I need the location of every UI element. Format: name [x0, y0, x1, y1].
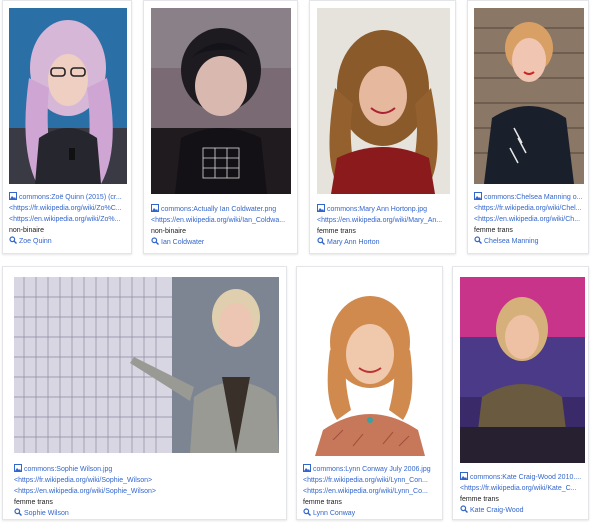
magnifier-icon — [151, 237, 159, 245]
commons-file-link[interactable]: commons:Kate Craig-Wood 2010.... — [460, 472, 586, 483]
result-card: commons:Sophie Wilson.jpg <https://fr.wi… — [2, 266, 287, 520]
magnifier-icon — [317, 237, 325, 245]
image-icon — [317, 204, 325, 212]
wiki-url-link[interactable]: <https://fr.wikipedia.org/wiki/Lynn_Con.… — [303, 475, 440, 486]
image-icon — [460, 472, 468, 480]
magnifier-icon — [9, 236, 17, 244]
gender-label: non-binaire — [151, 228, 187, 235]
commons-file-link[interactable]: commons:Chelsea Manning o... — [474, 192, 586, 203]
wiki-url-link[interactable]: <https://fr.wikipedia.org/wiki/Chel... — [474, 203, 586, 214]
gender-label: non-binaire — [9, 227, 45, 234]
wiki-url-link[interactable]: <https://en.wikipedia.org/wiki/Mary_An..… — [317, 215, 453, 226]
result-card: commons:Mary Ann Hortonp.jpg <https://en… — [309, 0, 456, 254]
photo-thumbnail[interactable] — [474, 8, 584, 184]
image-icon — [151, 204, 159, 212]
gender-label: femme trans — [317, 228, 356, 235]
commons-file-link[interactable]: commons:Mary Ann Hortonp.jpg — [317, 204, 453, 215]
result-card: commons:Zoë Quinn (2015) (cr... <https:/… — [2, 0, 132, 254]
card-caption: commons:Kate Craig-Wood 2010.... <https:… — [460, 472, 586, 516]
wiki-url-link[interactable]: <https://fr.wikipedia.org/wiki/Zo%C... — [9, 203, 129, 214]
person-search-link[interactable]: Ian Coldwater — [151, 237, 293, 248]
wiki-url-link[interactable]: <https://en.wikipedia.org/wiki/Ch... — [474, 214, 586, 225]
gender-label: femme trans — [14, 499, 53, 506]
photo-thumbnail[interactable] — [9, 8, 127, 184]
card-caption: commons:Chelsea Manning o... <https://fr… — [474, 192, 586, 247]
wiki-url-link[interactable]: <https://en.wikipedia.org/wiki/Lynn_Co..… — [303, 486, 440, 497]
person-search-link[interactable]: Sophie Wilson — [14, 508, 282, 519]
magnifier-icon — [474, 236, 482, 244]
result-card: commons:Kate Craig-Wood 2010.... <https:… — [452, 266, 589, 520]
result-card: commons:Lynn Conway July 2006.jpg <https… — [296, 266, 443, 520]
person-search-link[interactable]: Mary Ann Horton — [317, 237, 453, 248]
image-icon — [474, 192, 482, 200]
gender-label: femme trans — [460, 496, 499, 503]
card-caption: commons:Zoë Quinn (2015) (cr... <https:/… — [9, 192, 129, 247]
card-caption: commons:Mary Ann Hortonp.jpg <https://en… — [317, 204, 453, 248]
magnifier-icon — [14, 508, 22, 516]
commons-file-link[interactable]: commons:Actually Ian Coldwater.png — [151, 204, 293, 215]
person-search-link[interactable]: Zoe Quinn — [9, 236, 129, 247]
commons-file-link[interactable]: commons:Zoë Quinn (2015) (cr... — [9, 192, 129, 203]
photo-thumbnail[interactable] — [460, 277, 585, 463]
result-card: commons:Chelsea Manning o... <https://fr… — [467, 0, 589, 254]
image-icon — [14, 464, 22, 472]
person-search-link[interactable]: Lynn Conway — [303, 508, 440, 519]
gender-label: femme trans — [474, 227, 513, 234]
photo-thumbnail[interactable] — [317, 8, 450, 194]
photo-thumbnail[interactable] — [14, 277, 279, 453]
person-search-link[interactable]: Kate Craig-Wood — [460, 505, 586, 516]
magnifier-icon — [460, 505, 468, 513]
card-caption: commons:Lynn Conway July 2006.jpg <https… — [303, 464, 440, 519]
wiki-url-link[interactable]: <https://en.wikipedia.org/wiki/Sophie_Wi… — [14, 486, 282, 497]
card-caption: commons:Actually Ian Coldwater.png <http… — [151, 204, 293, 248]
magnifier-icon — [303, 508, 311, 516]
wiki-url-link[interactable]: <https://en.wikipedia.org/wiki/Zo%... — [9, 214, 129, 225]
commons-file-link[interactable]: commons:Sophie Wilson.jpg — [14, 464, 282, 475]
photo-thumbnail[interactable] — [303, 280, 438, 456]
image-icon — [9, 192, 17, 200]
person-search-link[interactable]: Chelsea Manning — [474, 236, 586, 247]
commons-file-link[interactable]: commons:Lynn Conway July 2006.jpg — [303, 464, 440, 475]
wiki-url-link[interactable]: <https://fr.wikipedia.org/wiki/Kate_C... — [460, 483, 586, 494]
image-icon — [303, 464, 311, 472]
result-card: commons:Actually Ian Coldwater.png <http… — [143, 0, 298, 254]
photo-thumbnail[interactable] — [151, 8, 291, 194]
wiki-url-link[interactable]: <https://en.wikipedia.org/wiki/Ian_Coldw… — [151, 215, 293, 226]
wiki-url-link[interactable]: <https://fr.wikipedia.org/wiki/Sophie_Wi… — [14, 475, 282, 486]
card-caption: commons:Sophie Wilson.jpg <https://fr.wi… — [14, 464, 282, 519]
gender-label: femme trans — [303, 499, 342, 506]
